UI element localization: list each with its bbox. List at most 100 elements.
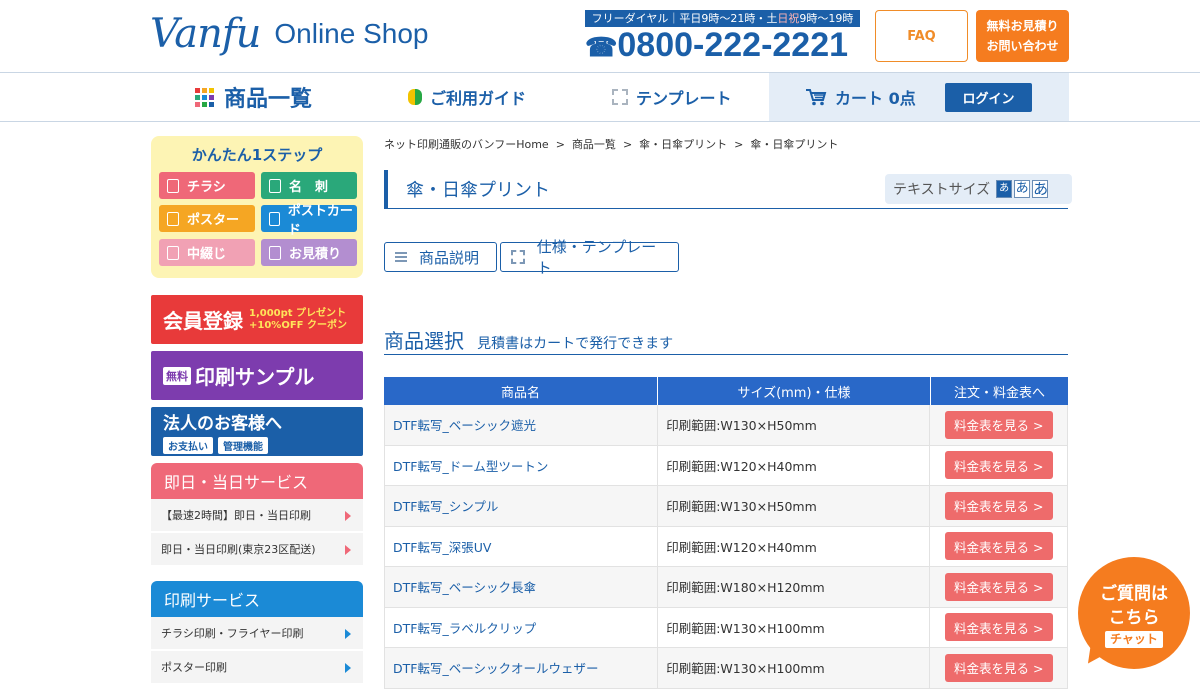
view-price-button[interactable]: 料金表を見る >	[944, 572, 1053, 601]
product-name-link[interactable]: DTF転写_ベーシック遮光	[385, 405, 659, 445]
phone-hours-a: フリーダイヤル｜平日9時～21時・土	[591, 12, 778, 25]
step-businesscard-button[interactable]: 名 刺	[261, 172, 357, 199]
table-body: DTF転写_ベーシック遮光 印刷範囲:W130×H50mm 料金表を見る > DTF…	[384, 405, 1068, 689]
step-booklet-button[interactable]: 中綴じ	[159, 239, 255, 266]
banner-member-offer: 1,000pt プレゼント +10%OFF クーポン	[249, 308, 347, 332]
step-poster-button[interactable]: ポスター	[159, 205, 255, 232]
service-item-label: チラシ印刷・フライヤー印刷	[161, 627, 304, 640]
banner-corp-label: 法人のお客様へ	[163, 414, 282, 434]
text-size-large-button[interactable]: あ	[1032, 180, 1048, 198]
table-header: 商品名 サイズ(mm)・仕様 注文・料金表へ	[384, 377, 1068, 405]
faq-button[interactable]: FAQ	[875, 10, 968, 62]
column-header: サイズ(mm)・仕様	[658, 377, 931, 405]
quote-contact-button[interactable]: 無料お見積り お問い合わせ	[976, 10, 1069, 62]
product-name-link[interactable]: DTF転写_深張UV	[385, 526, 659, 566]
service-item-label: 【最速2時間】即日・当日印刷	[161, 509, 311, 522]
nav-template[interactable]: テンプレート	[612, 73, 732, 121]
step-label: ポストカード	[287, 203, 353, 238]
step-label: 名 刺	[289, 180, 329, 195]
card-icon	[269, 178, 281, 193]
phone-hours-holiday: 日祝	[777, 12, 800, 25]
step-estimate-button[interactable]: お見積り	[261, 239, 357, 266]
breadcrumb-separator: >	[734, 138, 744, 151]
table-row: DTF転写_ラベルクリップ 印刷範囲:W130×H100mm 料金表を見る >	[384, 607, 1068, 648]
phone-hours: フリーダイヤル｜平日9時～21時・土日祝9時～19時	[585, 10, 860, 27]
sameday-service-item[interactable]: 即日・当日印刷(東京23区配送)	[151, 533, 363, 566]
phone-icon: ☎	[585, 32, 618, 62]
view-price-button[interactable]: 料金表を見る >	[944, 451, 1053, 480]
triangle-right-icon	[345, 545, 351, 555]
view-price-button[interactable]: 料金表を見る >	[944, 491, 1053, 520]
product-name-link[interactable]: DTF転写_ラベルクリップ	[385, 607, 659, 647]
triangle-right-icon	[345, 629, 351, 639]
site-header: Vanfu Online Shop フリーダイヤル｜平日9時～21時・土日祝9時…	[0, 0, 1200, 72]
table-row: DTF転写_シンプル 印刷範囲:W130×H50mm 料金表を見る >	[384, 486, 1068, 527]
product-name-link[interactable]: DTF転写_シンプル	[385, 486, 659, 526]
product-size: 印刷範囲:W130×H50mm	[658, 405, 931, 445]
tab-spec-template[interactable]: 仕様・テンプレート	[500, 238, 679, 277]
booklet-icon	[167, 245, 179, 260]
tab-product-description[interactable]: 商品説明	[384, 242, 497, 272]
member-signup-banner[interactable]: 会員登録 1,000pt プレゼント +10%OFF クーポン	[151, 295, 363, 344]
poster-icon	[167, 211, 179, 226]
quote-line1: 無料お見積り	[986, 19, 1059, 33]
phone-number[interactable]: ☎0800-222-2221	[585, 27, 860, 65]
triangle-right-icon	[345, 663, 351, 673]
beginner-leaf-icon	[408, 89, 422, 105]
page-title-bar: 傘・日傘プリント テキストサイズ あ あ あ	[384, 170, 1072, 209]
breadcrumb-link[interactable]: ネット印刷通販のバンフーHome	[384, 138, 549, 151]
corporate-banner[interactable]: 法人のお客様へ お支払い 管理機能	[151, 407, 363, 456]
text-size-small-button[interactable]: あ	[996, 180, 1013, 198]
step-postcard-button[interactable]: ポストカード	[261, 204, 357, 238]
view-price-button[interactable]: 料金表を見る >	[944, 410, 1053, 439]
product-size: 印刷範囲:W120×H40mm	[658, 445, 931, 485]
free-sample-banner[interactable]: 無料 印刷サンプル	[151, 351, 363, 400]
breadcrumb-link[interactable]: 商品一覧	[572, 138, 616, 151]
nav-cart[interactable]: カート 0点	[805, 73, 916, 121]
price-cell: 料金表を見る >	[930, 486, 1067, 526]
price-cell: 料金表を見る >	[930, 527, 1067, 567]
table-row: DTF転写_ベーシック遮光 印刷範囲:W130×H50mm 料金表を見る >	[384, 405, 1068, 446]
product-name-link[interactable]: DTF転写_ベーシックオールウェザー	[385, 648, 659, 688]
view-price-button[interactable]: 料金表を見る >	[944, 532, 1053, 561]
product-select-heading: 商品選択 見積書はカートで発行できます	[384, 325, 1068, 355]
login-button[interactable]: ログイン	[945, 83, 1032, 112]
sameday-service-item[interactable]: 【最速2時間】即日・当日印刷	[151, 499, 363, 532]
grid-icon	[195, 87, 214, 107]
nav-products[interactable]: 商品一覧	[195, 73, 312, 121]
phone-hours-b: 9時～19時	[799, 12, 854, 25]
step-label: ポスター	[187, 213, 240, 228]
template-icon	[612, 89, 628, 105]
banner-member-label: 会員登録	[163, 309, 243, 333]
print-service-item[interactable]: ポスター印刷	[151, 651, 363, 684]
price-cell: 料金表を見る >	[930, 567, 1067, 607]
site-logo[interactable]: Vanfu Online Shop	[150, 6, 429, 62]
page-title: 傘・日傘プリント	[406, 180, 550, 201]
step-flyer-button[interactable]: チラシ	[159, 172, 255, 199]
text-size-medium-button[interactable]: あ	[1014, 180, 1031, 198]
view-price-button[interactable]: 料金表を見る >	[944, 653, 1053, 682]
banner-sample-label: 印刷サンプル	[195, 365, 315, 389]
view-price-button[interactable]: 料金表を見る >	[944, 613, 1053, 642]
section-subtitle: 見積書はカートで発行できます	[477, 336, 674, 352]
logo-mark: Vanfu	[150, 11, 261, 57]
phone-box: フリーダイヤル｜平日9時～21時・土日祝9時～19時 ☎0800-222-222…	[585, 10, 860, 65]
product-name-link[interactable]: DTF転写_ドーム型ツートン	[385, 445, 659, 485]
nav-cart-label: カート 0点	[835, 89, 916, 108]
quote-line2: お問い合わせ	[986, 39, 1059, 53]
breadcrumb-separator: >	[555, 138, 565, 151]
table-row: DTF転写_深張UV 印刷範囲:W120×H40mm 料金表を見る >	[384, 526, 1068, 567]
list-icon	[395, 252, 407, 262]
chat-support-button[interactable]: ご質問は こちら チャット	[1078, 557, 1190, 669]
table-row: DTF転写_ドーム型ツートン 印刷範囲:W120×H40mm 料金表を見る >	[384, 445, 1068, 486]
column-header: 注文・料金表へ	[953, 385, 1045, 401]
print-service-heading: 印刷サービス	[151, 581, 363, 617]
breadcrumb-separator: >	[622, 138, 633, 151]
print-service-item[interactable]: チラシ印刷・フライヤー印刷	[151, 617, 363, 650]
product-name-link[interactable]: DTF転写_ベーシック長傘	[385, 567, 659, 607]
nav-guide[interactable]: ご利用ガイド	[408, 73, 526, 121]
breadcrumb-link[interactable]: 傘・日傘プリント	[639, 138, 727, 151]
product-size: 印刷範囲:W180×H120mm	[658, 567, 931, 607]
quick-step-panel: かんたん1ステップ チラシ 名 刺 ポスター ポストカード 中綴じ お見積り	[151, 136, 363, 278]
table-row: DTF転写_ベーシックオールウェザー 印刷範囲:W130×H100mm 料金表を見る…	[384, 648, 1068, 689]
